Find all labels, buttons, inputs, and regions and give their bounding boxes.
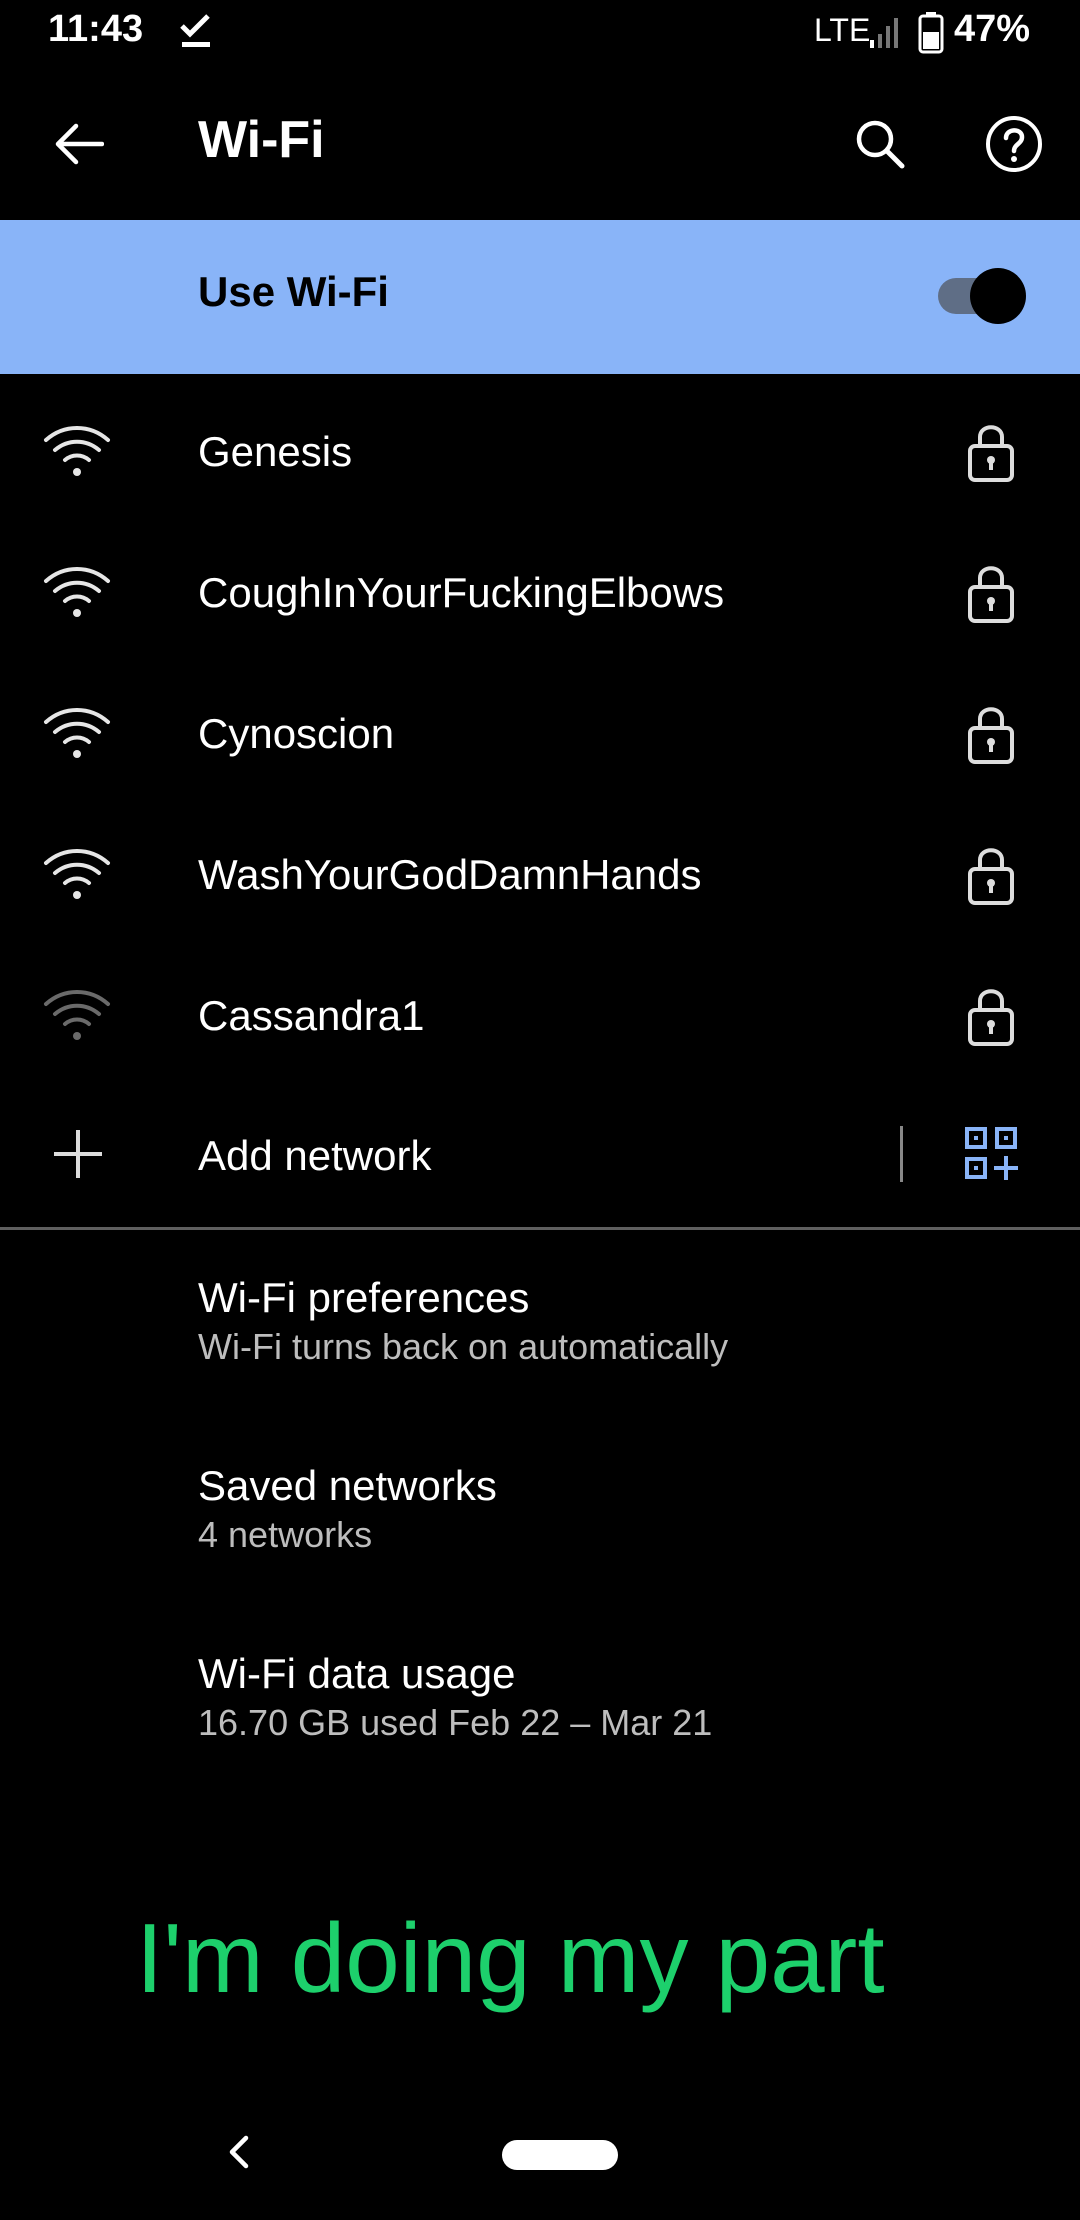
network-row[interactable]: Cynoscion (0, 664, 1080, 805)
status-time: 11:43 (48, 8, 144, 50)
pref-title: Wi-Fi data usage (198, 1650, 516, 1697)
pref-title: Saved networks (198, 1462, 497, 1509)
battery-percent: 47% (954, 8, 1031, 50)
help-icon (986, 116, 1042, 172)
search-button[interactable] (842, 106, 918, 182)
wifi-signal-icon (44, 990, 110, 1040)
lock-icon (968, 566, 1014, 623)
pref-subtitle: 16.70 GB used Feb 22 – Mar 21 (198, 1702, 713, 1743)
back-button[interactable] (40, 106, 116, 182)
network-row[interactable]: WashYourGodDamnHands (0, 805, 1080, 946)
app-bar (0, 66, 1080, 220)
nav-back-icon[interactable] (218, 2130, 262, 2174)
wifi-data-usage-item[interactable]: Wi-Fi data usage 16.70 GB used Feb 22 – … (0, 1650, 1080, 1820)
page-title: Wi-Fi (198, 111, 325, 169)
qr-scan-icon[interactable] (964, 1126, 1020, 1182)
wifi-signal-icon (44, 849, 110, 899)
network-row[interactable]: Genesis (0, 382, 1080, 523)
help-button[interactable] (976, 106, 1052, 182)
add-network-label: Add network (198, 1132, 432, 1179)
battery-icon (918, 12, 944, 54)
nav-home-pill[interactable] (502, 2140, 618, 2170)
pref-title: Wi-Fi preferences (198, 1274, 530, 1321)
search-icon (856, 120, 905, 169)
network-name: Cynoscion (198, 710, 395, 757)
toggle-thumb[interactable] (970, 268, 1026, 324)
overlay-caption: I'm doing my part (136, 1903, 885, 2013)
lock-icon (968, 425, 1014, 482)
check-icon (180, 14, 210, 47)
add-network-row[interactable]: Add network (0, 1086, 1080, 1227)
signal-icon (870, 18, 898, 48)
network-name: WashYourGodDamnHands (198, 851, 702, 898)
network-row[interactable]: CoughInYourFuckingElbows (0, 523, 1080, 664)
network-name: CoughInYourFuckingElbows (198, 569, 725, 616)
vertical-divider (900, 1126, 903, 1182)
use-wifi-row[interactable] (0, 220, 1080, 374)
pref-subtitle: 4 networks (198, 1514, 373, 1555)
pref-subtitle: Wi-Fi turns back on automatically (198, 1326, 729, 1367)
lock-icon (968, 848, 1014, 905)
lock-icon (968, 707, 1014, 764)
network-name: Genesis (198, 428, 353, 475)
use-wifi-label: Use Wi-Fi (198, 268, 389, 315)
network-name: Cassandra1 (198, 992, 425, 1039)
wifi-signal-icon (44, 426, 110, 476)
wifi-signal-icon (44, 708, 110, 758)
section-divider (0, 1227, 1080, 1230)
lock-icon (968, 989, 1014, 1046)
wifi-preferences-item[interactable]: Wi-Fi preferences Wi-Fi turns back on au… (0, 1274, 1080, 1444)
status-network-type: LTE (814, 12, 871, 48)
network-row[interactable]: Cassandra1 (0, 946, 1080, 1087)
saved-networks-item[interactable]: Saved networks 4 networks (0, 1462, 1080, 1632)
wifi-signal-icon (44, 567, 110, 617)
plus-icon (54, 1130, 102, 1178)
back-arrow-icon (55, 123, 104, 165)
